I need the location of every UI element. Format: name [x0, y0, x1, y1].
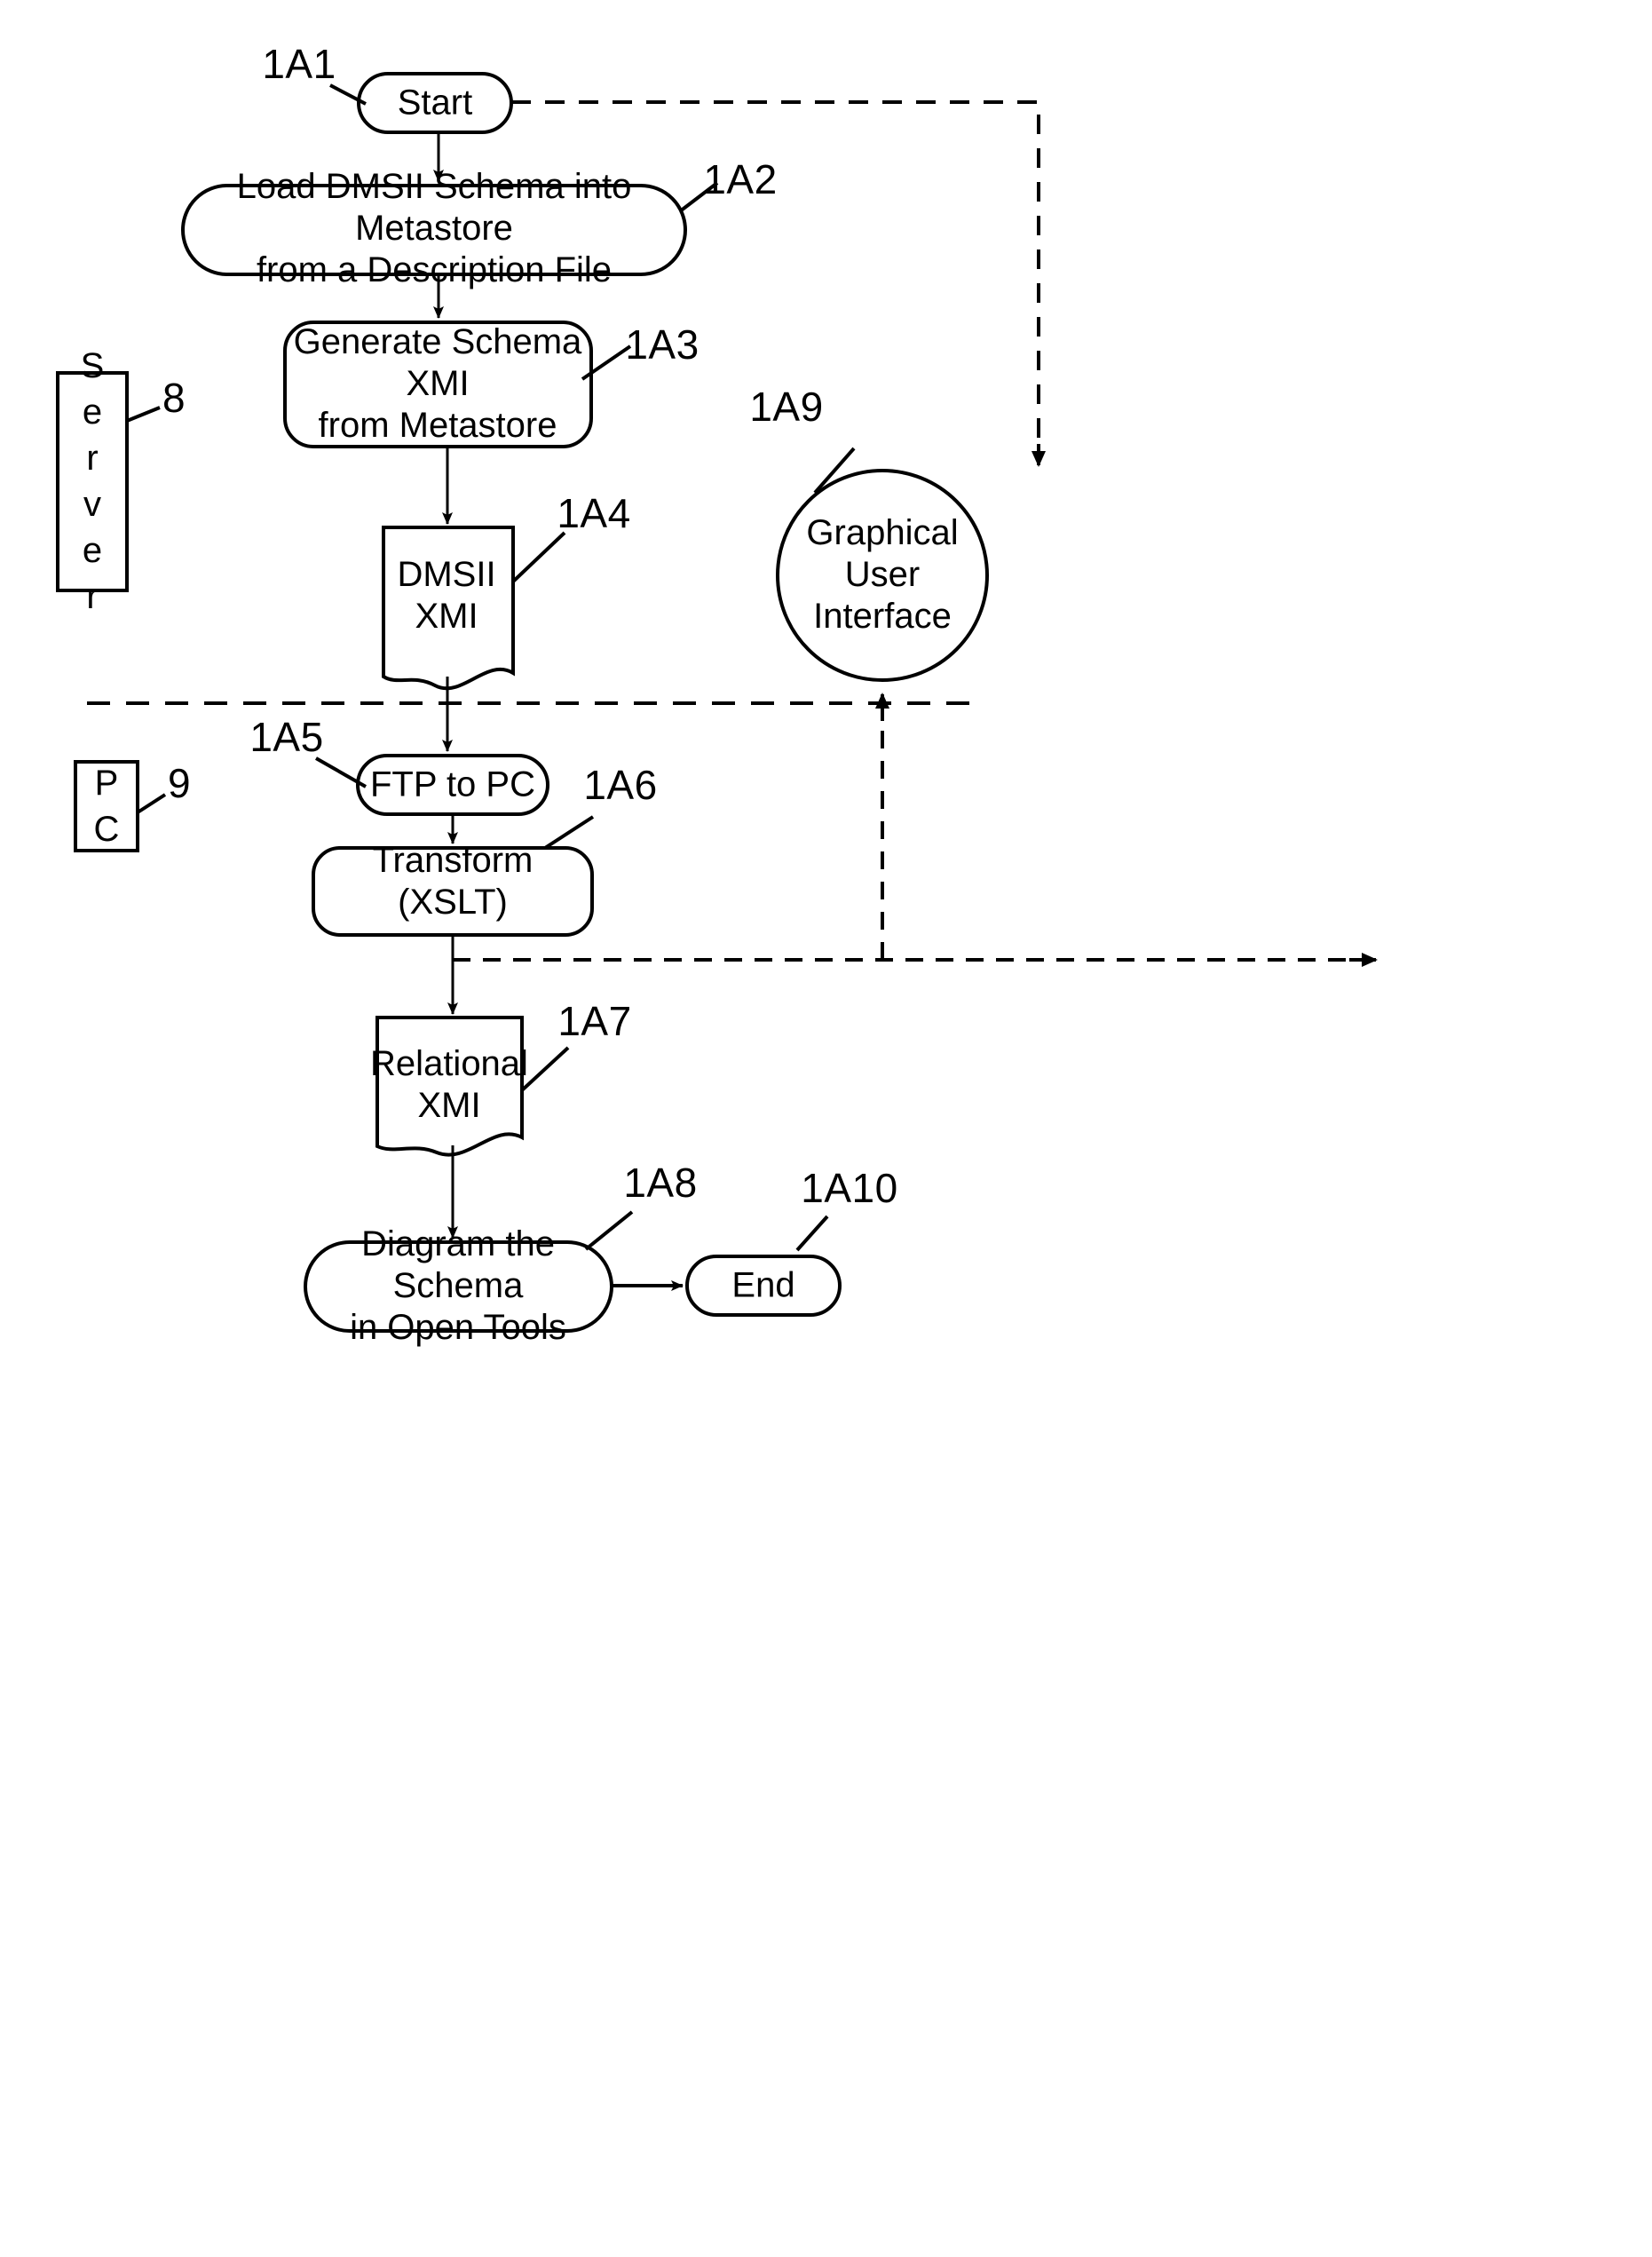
leader-line-pc [136, 793, 167, 814]
side-box-server [56, 371, 129, 592]
leader-line-1A4 [511, 531, 566, 583]
node-shape-gui [776, 469, 989, 682]
node-shape-transform-xslt [312, 846, 594, 937]
side-box-pc [74, 760, 139, 852]
leader-line-1A2 [678, 181, 719, 213]
node-shape-end [685, 1255, 842, 1317]
leader-line-1A6 [543, 815, 595, 850]
figure-canvas: Start Load DMSII Schema into Metastore f… [0, 0, 1652, 2257]
node-shape-start [357, 72, 513, 134]
leader-line-1A5 [315, 756, 367, 788]
leader-line-1A10 [795, 1215, 829, 1252]
node-shape-relational-xmi [375, 1016, 524, 1157]
node-shape-generate-xmi [283, 321, 593, 448]
node-shape-dmsii-xmi [382, 526, 515, 691]
leader-line-1A8 [584, 1210, 634, 1251]
node-shape-ftp-to-pc [356, 754, 549, 816]
node-shape-diagram-schema [304, 1240, 613, 1333]
flowchart-graphics [56, 72, 1378, 1333]
leader-line-server [126, 406, 161, 423]
leader-line-1A9 [813, 447, 856, 495]
node-shape-load-schema [181, 184, 687, 276]
leader-line-1A7 [520, 1046, 570, 1092]
